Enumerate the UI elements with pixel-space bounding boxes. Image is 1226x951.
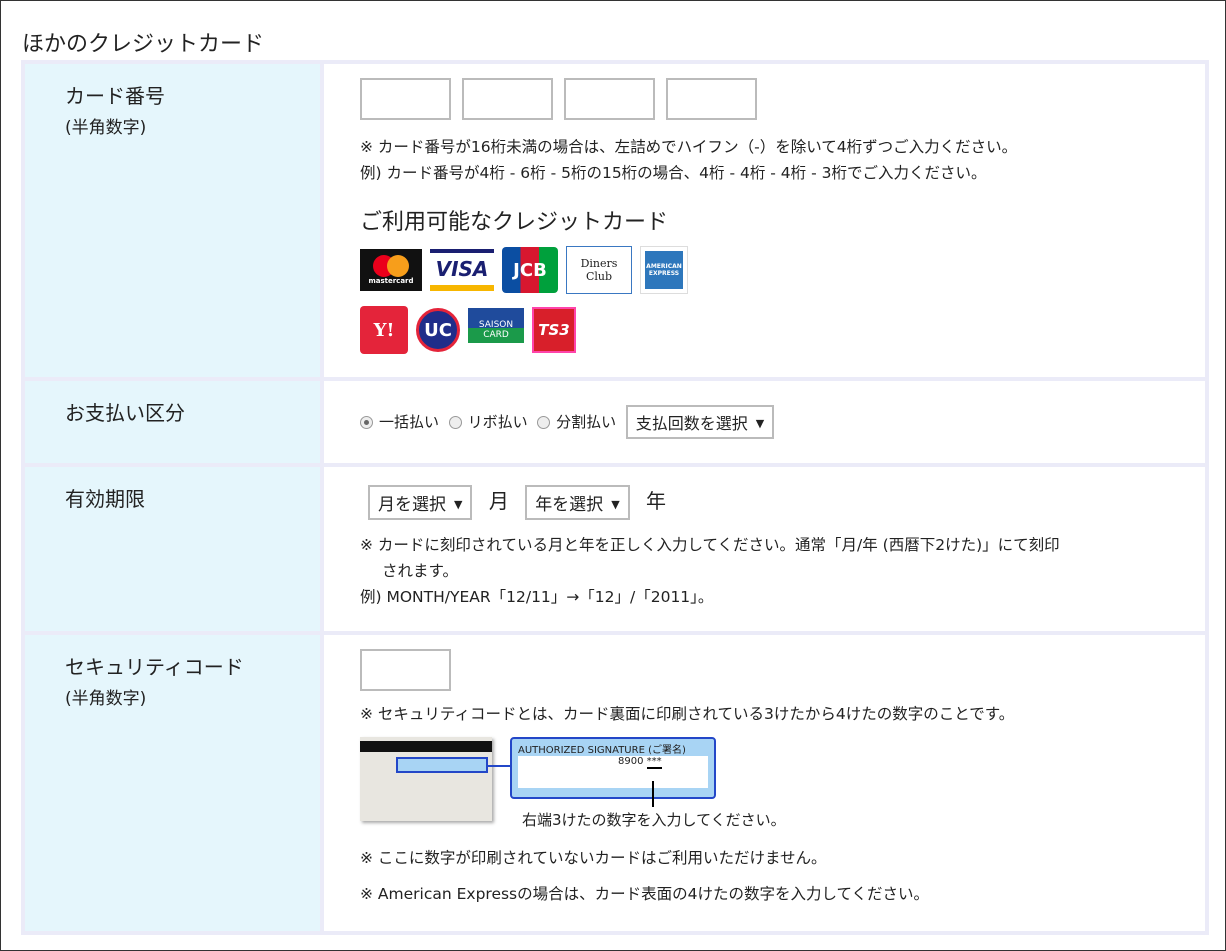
dropdown-arrow-icon: ▼ bbox=[755, 417, 765, 430]
section-title: ほかのクレジットカード bbox=[22, 32, 265, 57]
mastercard-logo: mastercard bbox=[360, 249, 422, 291]
month-select[interactable]: 月を選択 ▼ bbox=[368, 485, 473, 520]
month-unit: 月 bbox=[488, 489, 509, 513]
radio-icon[interactable] bbox=[448, 415, 462, 429]
ts3-logo: TS3 bbox=[532, 307, 576, 353]
credit-card-form: カード番号 (半角数字) ※ カード番号が16桁未満の場合は、左詰めでハイフン（-… bbox=[21, 60, 1209, 935]
jcb-logo: JCB bbox=[502, 247, 558, 293]
payment-label: お支払い区分 bbox=[21, 377, 324, 467]
card-number-input-1[interactable] bbox=[360, 78, 451, 120]
yahoo-card-logo: Y! bbox=[360, 306, 408, 354]
card-number-input-4[interactable] bbox=[666, 78, 757, 120]
dropdown-arrow-icon: ▼ bbox=[454, 498, 463, 511]
label-text: セキュリティコード bbox=[65, 655, 244, 679]
radio-icon[interactable] bbox=[360, 415, 373, 429]
security-note-1: ※ セキュリティコードとは、カード裏面に印刷されている3けたから4けたの数字のこ… bbox=[360, 705, 1015, 723]
expiry-label: 有効期限 bbox=[21, 463, 324, 635]
row-security: セキュリティコード (半角数字) ※ セキュリティコードとは、カード裏面に印刷され… bbox=[21, 631, 1209, 935]
row-expiry: 有効期限 月を選択 ▼ 月 年を選択 ▼ 年 ※ カードに刻印されている月と年を正し… bbox=[21, 463, 1209, 635]
security-note-2: ※ ここに数字が印刷されていないカードはご利用いただけません。 bbox=[360, 849, 827, 867]
label-sub: (半角数字) bbox=[65, 689, 147, 709]
year-select[interactable]: 年を選択 ▼ bbox=[525, 485, 630, 520]
security-note-3: ※ American Expressの場合は、カード表面の4けたの数字を入力して… bbox=[360, 885, 930, 903]
card-number-note-1: ※ カード番号が16桁未満の場合は、左詰めでハイフン（-）を除いて4桁ずつご入力… bbox=[360, 138, 1018, 156]
row-payment: お支払い区分 一括払い リボ払い 分割払い 支払回数を選択 ▼ bbox=[21, 377, 1209, 467]
radio-revolving[interactable]: リボ払い bbox=[448, 413, 528, 431]
label-text: カード番号 bbox=[65, 84, 165, 108]
expiry-note-1b: されます。 bbox=[382, 562, 458, 580]
card-number-note-2: 例) カード番号が4桁 - 6桁 - 5桁の15桁の場合、4桁 - 4桁 - 4… bbox=[360, 164, 987, 182]
year-unit: 年 bbox=[646, 489, 667, 513]
security-code-input[interactable] bbox=[360, 649, 451, 691]
expiry-note-2: 例) MONTH/YEAR「12/11」→「12」/「2011」。 bbox=[360, 588, 714, 606]
label-sub: (半角数字) bbox=[65, 118, 147, 138]
radio-icon[interactable] bbox=[537, 415, 551, 429]
radio-lump-sum[interactable]: 一括払い bbox=[360, 413, 439, 431]
installments-select[interactable]: 支払回数を選択 ▼ bbox=[625, 405, 775, 439]
row-card-number: カード番号 (半角数字) ※ カード番号が16桁未満の場合は、左詰めでハイフン（-… bbox=[21, 60, 1209, 381]
signature-panel: AUTHORIZED SIGNATURE (ご署名) 8900 *** bbox=[510, 737, 716, 799]
security-label: セキュリティコード (半角数字) bbox=[21, 631, 324, 935]
available-cards-heading: ご利用可能なクレジットカード bbox=[360, 210, 669, 235]
dropdown-arrow-icon: ▼ bbox=[611, 498, 620, 511]
visa-logo: VISA bbox=[430, 249, 494, 291]
card-number-input-3[interactable] bbox=[564, 78, 655, 120]
diners-club-logo: Diners Club bbox=[566, 246, 632, 294]
card-number-input-2[interactable] bbox=[462, 78, 553, 120]
saison-card-logo: SAISON CARD bbox=[468, 308, 524, 352]
expiry-note-1: ※ カードに刻印されている月と年を正しく入力してください。通常「月/年 (西暦下… bbox=[360, 536, 1060, 554]
uc-logo: UC bbox=[416, 308, 460, 352]
radio-installment[interactable]: 分割払い bbox=[537, 413, 616, 431]
card-back-image bbox=[360, 737, 492, 821]
signature-caption: 右端3けたの数字を入力してください。 bbox=[522, 811, 786, 829]
security-code-illustration: AUTHORIZED SIGNATURE (ご署名) 8900 *** 右端3けた… bbox=[360, 737, 1205, 837]
card-number-label: カード番号 (半角数字) bbox=[21, 60, 324, 381]
amex-logo: AMERICAN EXPRESS bbox=[640, 246, 688, 294]
